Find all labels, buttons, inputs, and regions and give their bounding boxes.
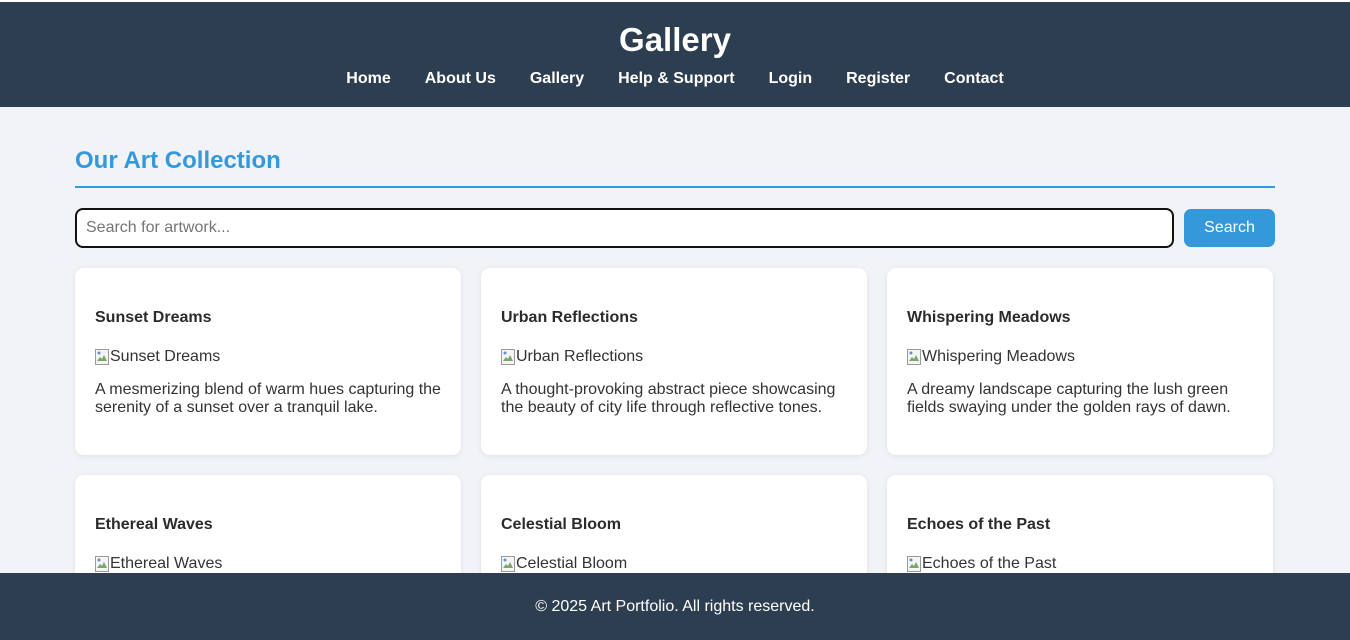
artwork-description: A dreamy landscape capturing the lush gr…: [907, 381, 1231, 416]
artwork-image: Ethereal Waves: [95, 554, 441, 574]
nav-gallery[interactable]: Gallery: [530, 68, 584, 90]
artwork-description: A mesmerizing blend of warm hues capturi…: [95, 381, 441, 416]
nav-help-support[interactable]: Help & Support: [618, 68, 734, 90]
artwork-card: Sunset Dreams Sunset Dreams A mesmerizin…: [75, 268, 461, 455]
artwork-title: Sunset Dreams: [95, 309, 212, 326]
artwork-card: Whispering Meadows Whispering Meadows A …: [887, 268, 1273, 455]
nav-contact[interactable]: Contact: [944, 68, 1004, 90]
artwork-image-alt: Echoes of the Past: [922, 555, 1057, 572]
broken-image-icon: [907, 556, 921, 572]
artwork-description: A thought-provoking abstract piece showc…: [501, 381, 836, 416]
search-input[interactable]: [75, 208, 1174, 248]
search-bar: Search: [75, 208, 1275, 248]
artwork-image: Urban Reflections: [501, 347, 847, 367]
search-button[interactable]: Search: [1184, 209, 1275, 247]
broken-image-icon: [95, 556, 109, 572]
section-title: Our Art Collection: [75, 145, 1275, 188]
artwork-image-alt: Celestial Bloom: [516, 555, 628, 572]
broken-image-icon: [501, 349, 515, 365]
artwork-image: Whispering Meadows: [907, 347, 1253, 367]
broken-image-icon: [501, 556, 515, 572]
footer-copyright: © 2025 Art Portfolio. All rights reserve…: [535, 598, 815, 615]
main-content: Our Art Collection Search Sunset Dreams …: [75, 107, 1275, 640]
artwork-title: Echoes of the Past: [907, 516, 1051, 533]
artwork-title: Celestial Bloom: [501, 516, 622, 533]
artwork-card: Urban Reflections Urban Reflections A th…: [481, 268, 867, 455]
artwork-image-alt: Ethereal Waves: [110, 555, 223, 572]
page-title: Gallery: [619, 21, 731, 58]
artwork-title: Whispering Meadows: [907, 309, 1071, 326]
artwork-image-alt: Sunset Dreams: [110, 348, 221, 365]
artwork-image-alt: Urban Reflections: [516, 348, 644, 365]
main-nav: Home About Us Gallery Help & Support Log…: [0, 68, 1350, 90]
broken-image-icon: [907, 349, 921, 365]
artwork-image-alt: Whispering Meadows: [922, 348, 1075, 365]
artwork-image: Sunset Dreams: [95, 347, 441, 367]
broken-image-icon: [95, 349, 109, 365]
artwork-title: Ethereal Waves: [95, 516, 213, 533]
artwork-image: Echoes of the Past: [907, 554, 1253, 574]
nav-register[interactable]: Register: [846, 68, 910, 90]
artwork-title: Urban Reflections: [501, 309, 638, 326]
site-header: Gallery Home About Us Gallery Help & Sup…: [0, 2, 1350, 107]
nav-about-us[interactable]: About Us: [425, 68, 496, 90]
nav-login[interactable]: Login: [769, 68, 813, 90]
site-footer: © 2025 Art Portfolio. All rights reserve…: [0, 573, 1350, 640]
artwork-image: Celestial Bloom: [501, 554, 847, 574]
nav-home[interactable]: Home: [346, 68, 390, 90]
